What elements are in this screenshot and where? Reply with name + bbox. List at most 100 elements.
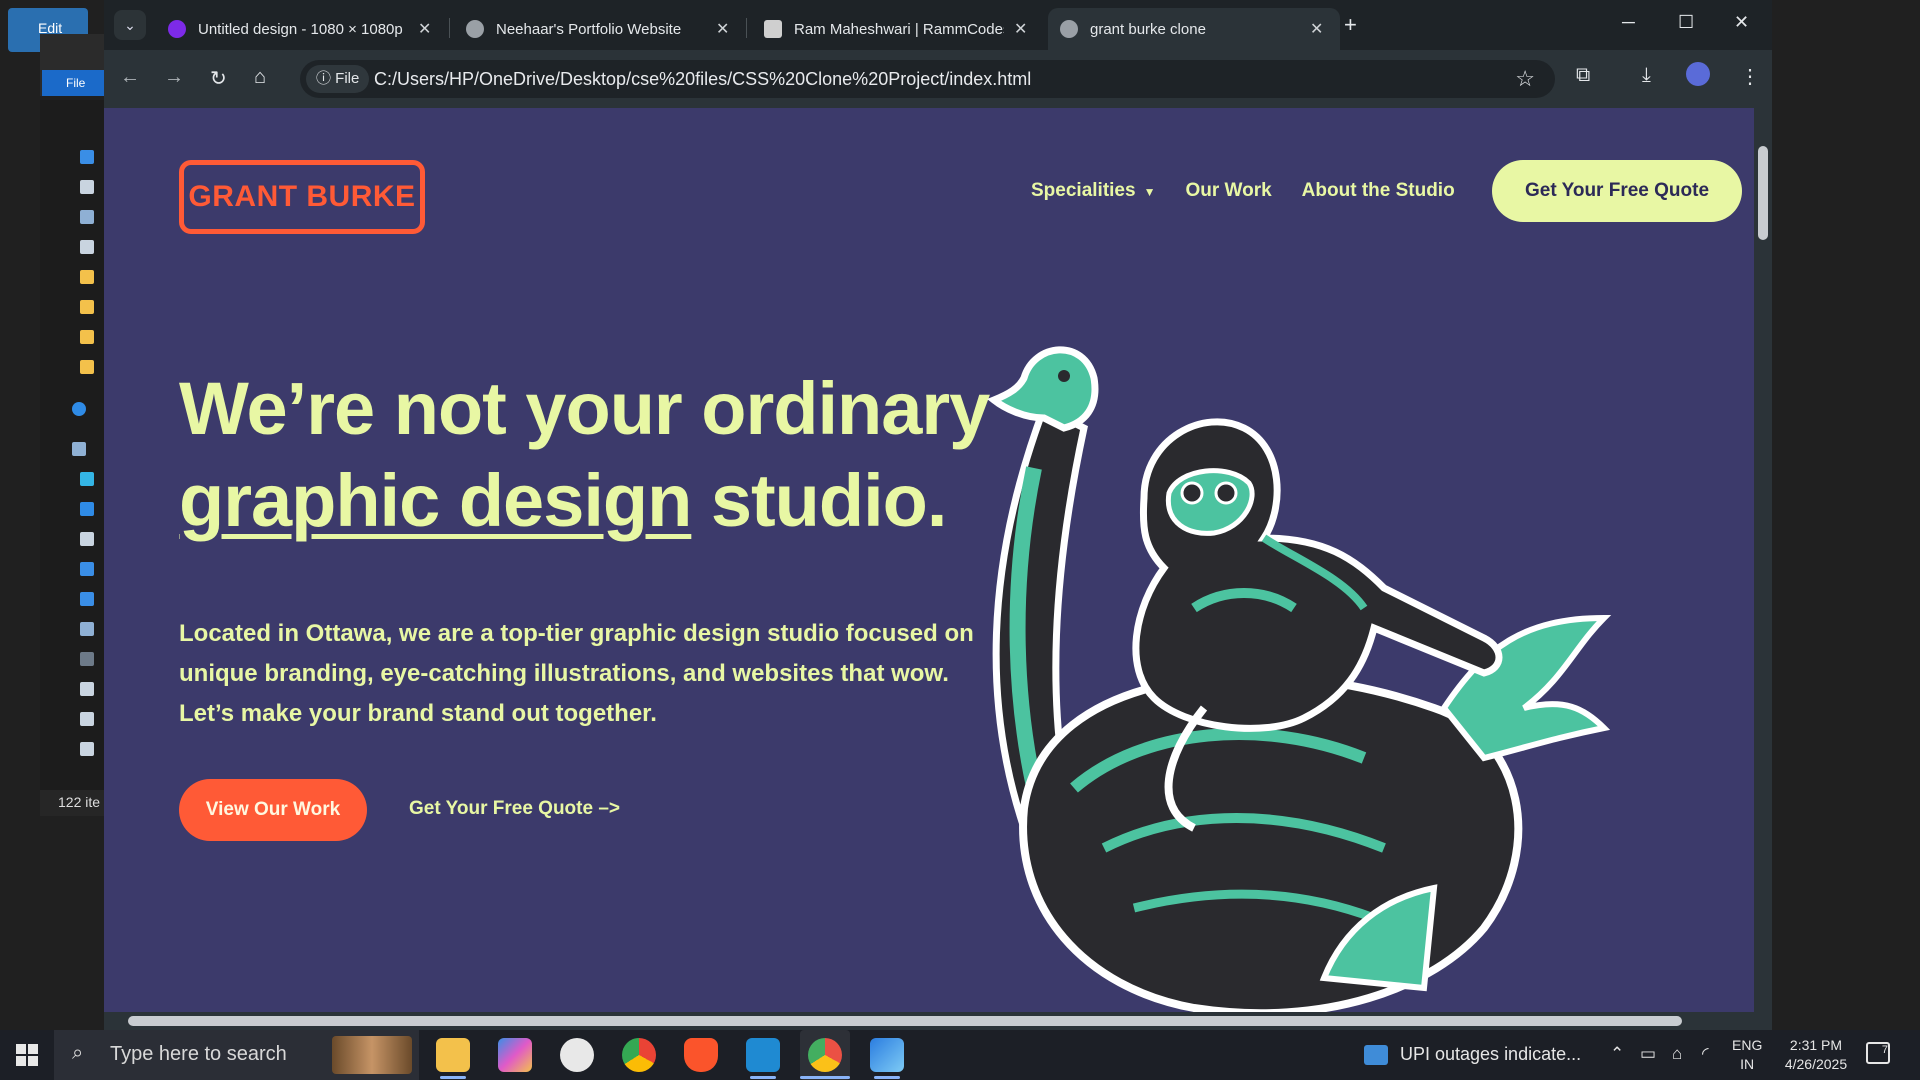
- site-nav: Specialities ▼ Our Work About the Studio: [1031, 180, 1455, 202]
- this-pc-icon[interactable]: [72, 442, 86, 456]
- news-text: UPI outages indicate...: [1400, 1044, 1582, 1064]
- notification-center-icon[interactable]: 7: [1866, 1042, 1890, 1064]
- disk-icon[interactable]: [80, 742, 94, 756]
- close-icon[interactable]: ✕: [1310, 19, 1323, 39]
- system-clock[interactable]: 2:31 PM 4/26/2025: [1776, 1036, 1856, 1074]
- pictures-icon[interactable]: [80, 622, 94, 636]
- minimize-button[interactable]: ─: [1622, 12, 1635, 33]
- background-window-right: [1772, 0, 1920, 1030]
- close-icon[interactable]: ✕: [1014, 19, 1027, 39]
- download-icon[interactable]: [80, 150, 94, 164]
- tab-title: Neehaar's Portfolio Website: [496, 20, 682, 38]
- background-item-count: 122 ite: [40, 790, 110, 816]
- hero-line2-rest: studio.: [691, 459, 948, 542]
- tab-grant-burke-clone[interactable]: grant burke clone ✕: [1048, 8, 1340, 50]
- site-logo[interactable]: GRANT BURKE: [179, 160, 425, 234]
- search-placeholder: Type here to search: [110, 1043, 287, 1065]
- taskbar-search-box[interactable]: ⌕ Type here to search: [54, 1030, 419, 1080]
- maximize-button[interactable]: ☐: [1678, 12, 1694, 33]
- start-button[interactable]: [16, 1044, 38, 1066]
- tab-search-button[interactable]: ⌄: [114, 10, 146, 40]
- globe-icon: [1060, 20, 1078, 38]
- nav-our-work[interactable]: Our Work: [1185, 180, 1271, 202]
- documents-icon[interactable]: [80, 532, 94, 546]
- videos-icon[interactable]: [80, 652, 94, 666]
- news-widget[interactable]: UPI outages indicate...: [1364, 1044, 1581, 1065]
- disk-icon[interactable]: [80, 712, 94, 726]
- menu-kebab-icon[interactable]: ⋮: [1740, 64, 1760, 89]
- downloads-icon[interactable]: [80, 562, 94, 576]
- music-icon[interactable]: [80, 592, 94, 606]
- chrome-active-icon[interactable]: [800, 1030, 850, 1080]
- background-file-tab[interactable]: File: [42, 70, 108, 96]
- close-window-button[interactable]: ✕: [1734, 12, 1749, 33]
- tab-separator: [746, 18, 747, 38]
- brave-icon[interactable]: [684, 1038, 718, 1072]
- tab-portfolio[interactable]: Neehaar's Portfolio Website ✕: [454, 8, 741, 50]
- close-icon[interactable]: ✕: [418, 19, 431, 39]
- vertical-scrollbar[interactable]: [1754, 108, 1772, 1012]
- folder-icon[interactable]: [80, 300, 94, 314]
- clock-app-icon[interactable]: [560, 1038, 594, 1072]
- url-text[interactable]: C:/Users/HP/OneDrive/Desktop/cse%20files…: [374, 69, 1031, 90]
- running-indicator: [750, 1076, 776, 1079]
- profile-avatar[interactable]: [1686, 62, 1710, 86]
- active-indicator: [800, 1076, 850, 1079]
- search-icon: ⌕: [72, 1042, 84, 1064]
- chrome-icon[interactable]: [622, 1038, 656, 1072]
- download-icon[interactable]: ⤓: [1642, 64, 1651, 87]
- chevron-up-icon[interactable]: ⌃: [1610, 1044, 1624, 1064]
- disk-icon[interactable]: [80, 682, 94, 696]
- windows-taskbar: ⌕ Type here to search UPI outages indica…: [0, 1030, 1920, 1080]
- bookmark-star-icon[interactable]: ☆: [1515, 66, 1535, 92]
- network-icon[interactable]: ⌂: [1672, 1044, 1682, 1064]
- picture-icon[interactable]: [80, 210, 94, 224]
- forward-button[interactable]: →: [164, 66, 184, 89]
- tab-rammcodes[interactable]: Ram Maheshwari | RammCodes ✕: [752, 8, 1039, 50]
- vertical-scroll-thumb[interactable]: [1758, 146, 1768, 240]
- free-quote-link[interactable]: Get Your Free Quote –>: [409, 798, 620, 820]
- address-bar[interactable]: ⓘ File C:/Users/HP/OneDrive/Desktop/cse%…: [300, 60, 1555, 98]
- 3d-objects-icon[interactable]: [80, 472, 94, 486]
- search-highlight-image: [332, 1036, 412, 1074]
- horizontal-scroll-thumb[interactable]: [128, 1016, 1682, 1026]
- onedrive-icon[interactable]: [72, 402, 86, 416]
- nav-specialities[interactable]: Specialities ▼: [1031, 180, 1155, 202]
- tab-strip: ⌄ Untitled design - 1080 × 1080p ✕ Neeha…: [104, 0, 1772, 50]
- file-explorer-icon[interactable]: [436, 1038, 470, 1072]
- desktop-icon[interactable]: [80, 502, 94, 516]
- reload-button[interactable]: ↻: [210, 66, 227, 91]
- site-info-chip[interactable]: ⓘ File: [306, 65, 370, 93]
- extensions-icon[interactable]: ⧉: [1576, 64, 1590, 87]
- battery-icon[interactable]: ▭: [1640, 1044, 1656, 1064]
- ostrich-monkey-illustration: [987, 346, 1612, 1012]
- wifi-icon[interactable]: ◜: [1702, 1044, 1709, 1064]
- copilot-icon[interactable]: [498, 1038, 532, 1072]
- profile-icon: [764, 20, 782, 38]
- language-indicator[interactable]: ENG IN: [1732, 1036, 1762, 1074]
- tab-canva[interactable]: Untitled design - 1080 × 1080p ✕: [156, 8, 443, 50]
- view-our-work-button[interactable]: View Our Work: [179, 779, 367, 841]
- photos-icon[interactable]: [870, 1038, 904, 1072]
- vscode-icon[interactable]: [746, 1038, 780, 1072]
- tab-title: Untitled design - 1080 × 1080p: [198, 20, 403, 38]
- horizontal-scrollbar[interactable]: [104, 1012, 1772, 1030]
- nav-about[interactable]: About the Studio: [1302, 180, 1455, 202]
- page-viewport: GRANT BURKE Specialities ▼ Our Work About…: [104, 108, 1754, 1012]
- close-icon[interactable]: ✕: [716, 19, 729, 39]
- browser-toolbar: ← → ↻ ⌂ ⓘ File C:/Users/HP/OneDrive/Desk…: [104, 50, 1772, 108]
- globe-icon: [466, 20, 484, 38]
- free-quote-button[interactable]: Get Your Free Quote: [1492, 160, 1742, 222]
- drive-icon[interactable]: [80, 240, 94, 254]
- new-tab-button[interactable]: +: [1344, 12, 1357, 38]
- hero-underlined-text: graphic design: [179, 459, 692, 542]
- news-icon: [1364, 1044, 1388, 1065]
- running-indicator: [874, 1076, 900, 1079]
- back-button[interactable]: ←: [120, 66, 140, 89]
- folder-icon[interactable]: [80, 360, 94, 374]
- folder-icon[interactable]: [80, 270, 94, 284]
- document-icon[interactable]: [80, 180, 94, 194]
- folder-icon[interactable]: [80, 330, 94, 344]
- tab-title: Ram Maheshwari | RammCodes: [794, 20, 1004, 38]
- home-button[interactable]: ⌂: [254, 66, 266, 89]
